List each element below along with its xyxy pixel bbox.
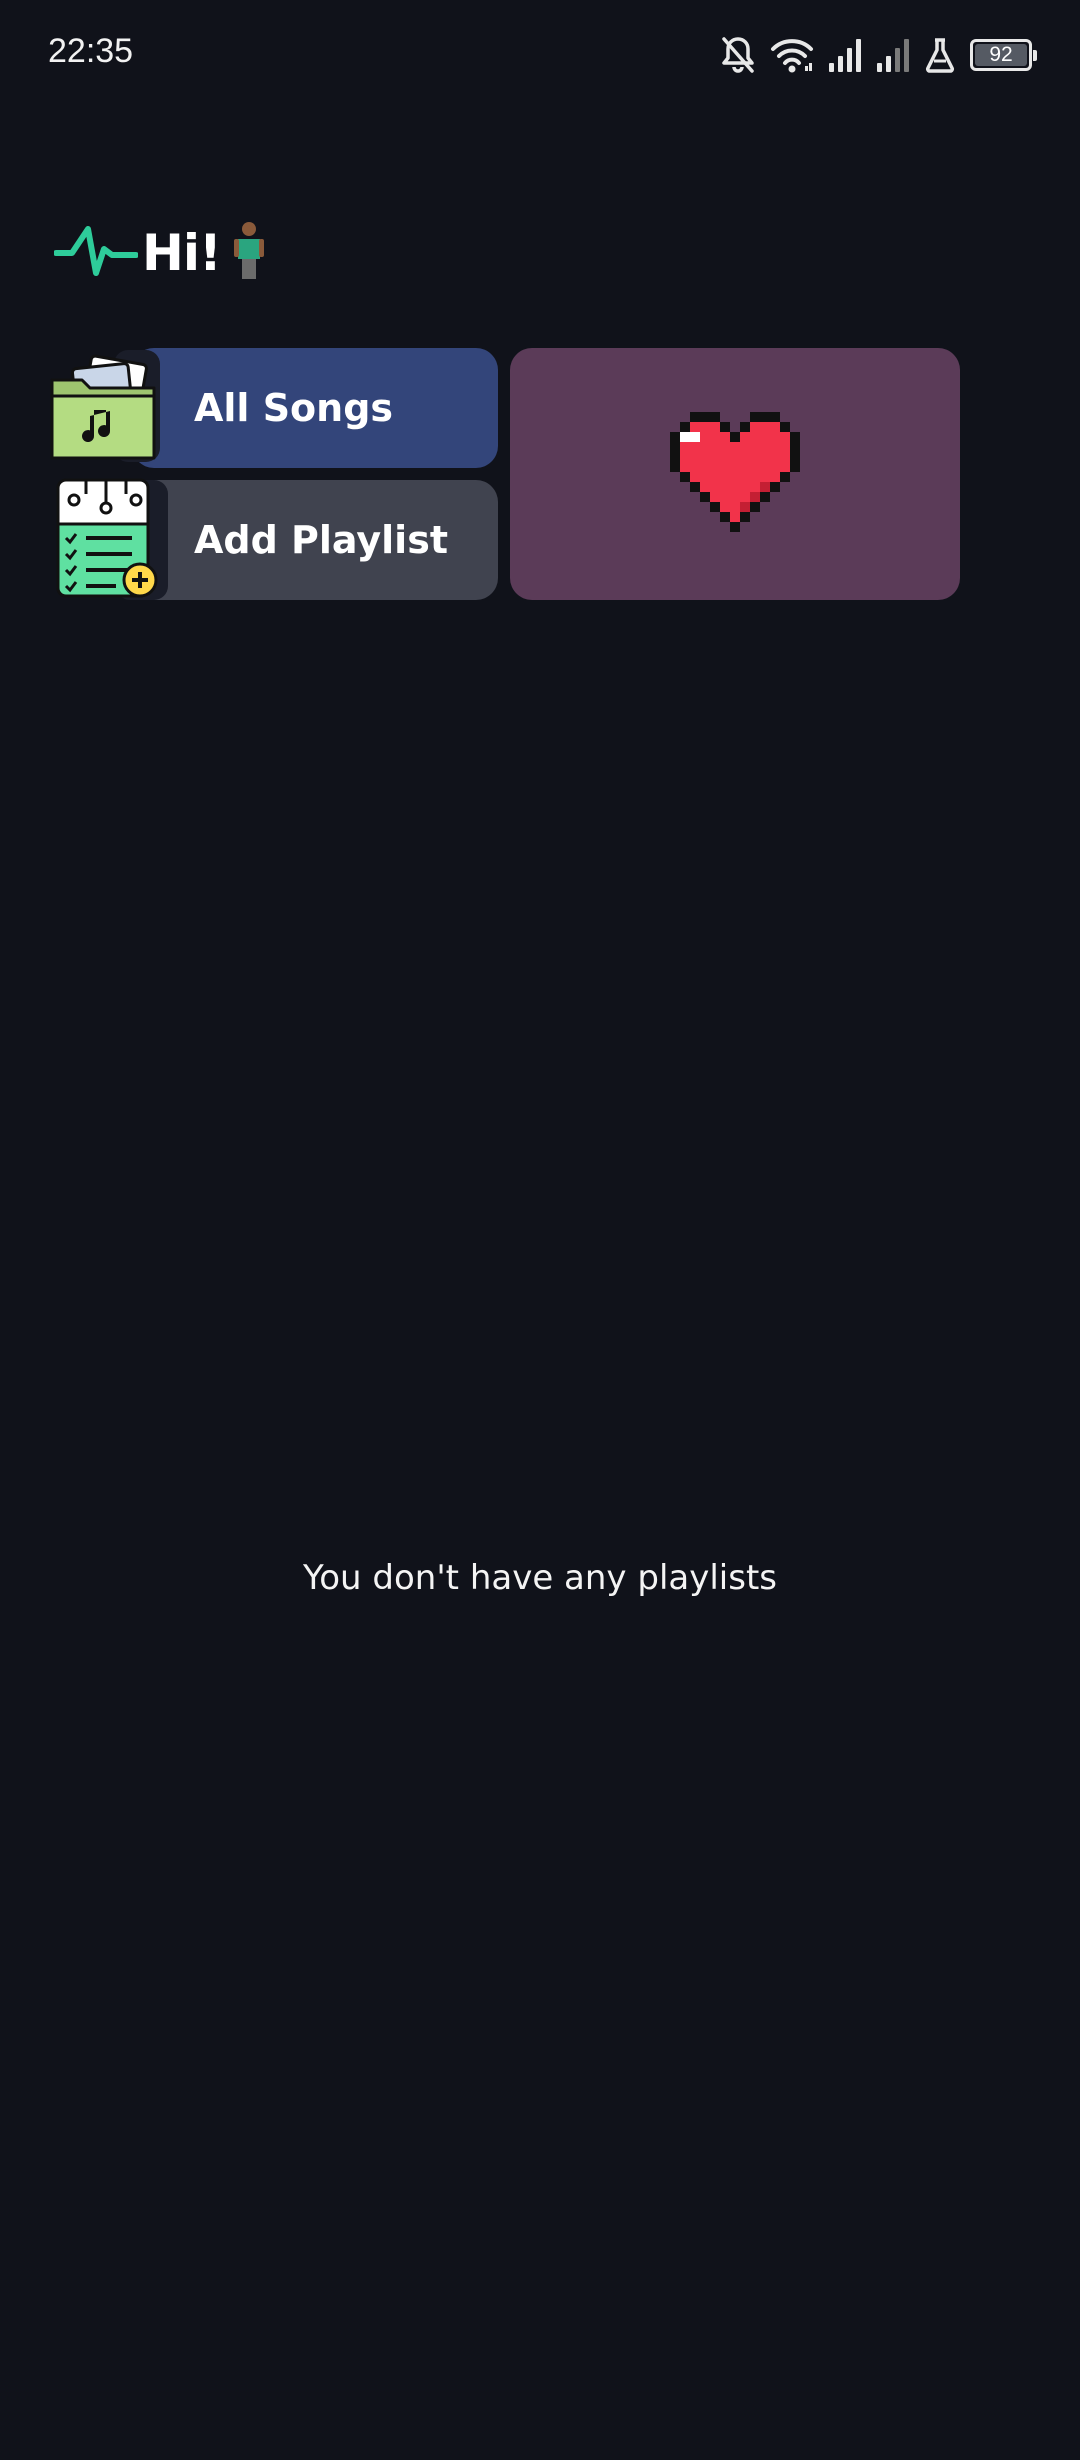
music-folder-icon	[48, 350, 168, 470]
status-time: 22:35	[48, 32, 134, 70]
favorites-button[interactable]	[510, 348, 960, 600]
wifi-icon	[770, 36, 814, 74]
pixel-heart-icon	[670, 412, 800, 536]
lab-flask-icon	[924, 37, 956, 73]
person-standing-icon	[229, 221, 269, 285]
greeting-text: Hi!	[142, 224, 222, 282]
playlist-add-icon	[56, 478, 170, 606]
pulse-icon	[53, 221, 139, 285]
all-songs-button[interactable]: All Songs	[132, 348, 498, 468]
bell-off-icon	[720, 35, 756, 75]
status-icons: 92	[720, 30, 1037, 80]
signal-icon	[828, 37, 862, 73]
empty-playlists-message: You don't have any playlists	[302, 1558, 777, 1598]
all-songs-label: All Songs	[194, 386, 394, 430]
signal-weak-icon	[876, 37, 910, 73]
battery-level: 92	[989, 43, 1013, 66]
add-playlist-label: Add Playlist	[194, 518, 448, 562]
status-bar: 22:35 92	[0, 0, 1080, 110]
battery-icon: 92	[970, 39, 1037, 71]
greeting-header: Hi!	[53, 221, 269, 285]
add-playlist-button[interactable]: Add Playlist	[132, 480, 498, 600]
